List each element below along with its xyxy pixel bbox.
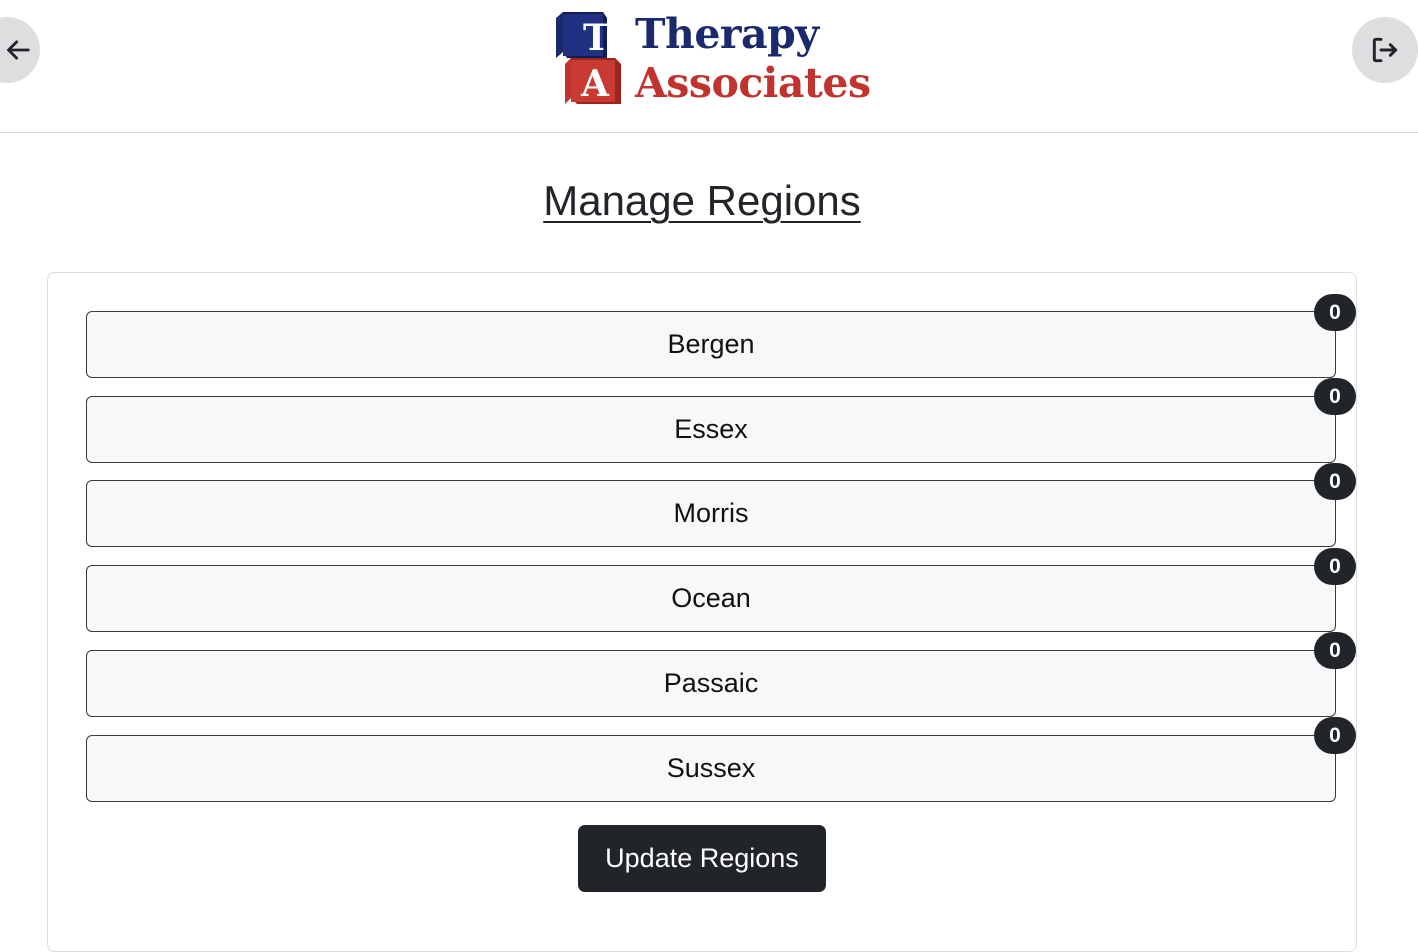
logo-word-associates: Associates [635, 59, 871, 107]
region-name: Essex [674, 414, 748, 444]
page-title: Manage Regions [543, 177, 861, 224]
logout-button[interactable] [1352, 17, 1418, 83]
region-count-badge: 0 [1314, 463, 1356, 500]
update-regions-button[interactable]: Update Regions [578, 825, 826, 892]
region-name: Bergen [667, 329, 755, 359]
region-name: Sussex [666, 753, 756, 783]
region-row-sussex[interactable]: Sussex [86, 735, 1336, 802]
region-name: Ocean [671, 583, 751, 613]
arrow-left-icon [7, 40, 30, 60]
back-button[interactable] [0, 17, 40, 83]
region-row-ocean[interactable]: Ocean [86, 565, 1336, 632]
region-row-essex[interactable]: Essex [86, 396, 1336, 463]
region-count-badge: 0 [1314, 378, 1356, 415]
therapy-associates-logo: T A Therapy Associates [555, 10, 875, 110]
region-name: Passaic [663, 668, 759, 698]
logout-icon [1372, 37, 1398, 63]
logo-blocks-icon: T A [556, 12, 621, 105]
logo-word-therapy: Therapy [635, 10, 819, 58]
region-count-badge: 0 [1314, 548, 1356, 585]
app-header: T A Therapy Associates [0, 0, 1418, 133]
region-count-badge: 0 [1314, 717, 1356, 754]
svg-text:T: T [583, 17, 610, 59]
region-name: Morris [673, 498, 749, 528]
region-row-passaic[interactable]: Passaic [86, 650, 1336, 717]
region-count-badge: 0 [1314, 294, 1356, 331]
region-row-bergen[interactable]: Bergen [86, 311, 1336, 378]
region-count-badge: 0 [1314, 632, 1356, 669]
region-row-morris[interactable]: Morris [86, 480, 1336, 547]
svg-text:A: A [580, 63, 610, 105]
